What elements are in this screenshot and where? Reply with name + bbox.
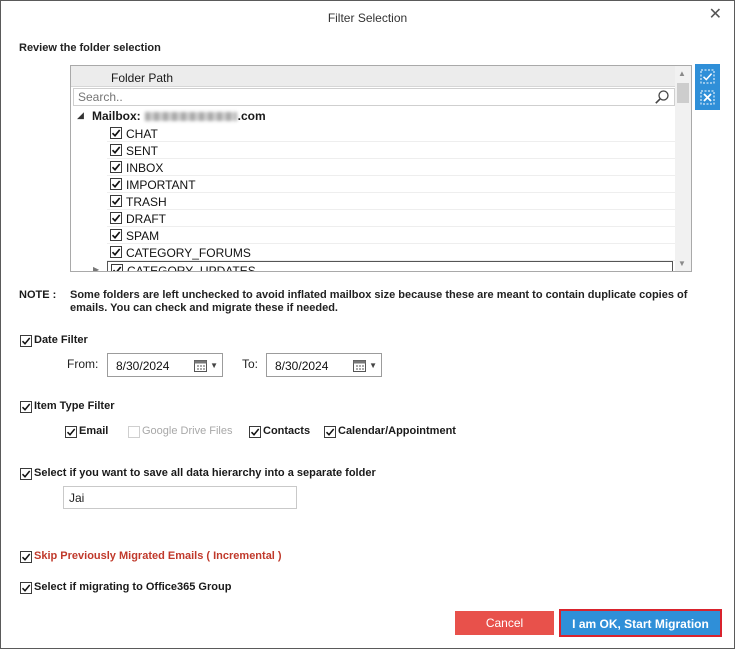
start-migration-button[interactable]: I am OK, Start Migration <box>559 609 722 637</box>
scroll-thumb[interactable] <box>677 83 689 103</box>
folder-row-spam[interactable]: SPAM <box>107 227 675 244</box>
calendar-icon[interactable] <box>194 359 207 372</box>
folder-label: TRASH <box>126 195 167 209</box>
filter-selection-dialog: Filter Selection ✕ Review the folder sel… <box>0 0 735 649</box>
date-filter-label: Date Filter <box>34 334 88 346</box>
tree-search-box <box>73 88 675 106</box>
folder-label: CATEGORY_FORUMS <box>126 246 251 260</box>
note-text: Some folders are left unchecked to avoid… <box>70 289 688 314</box>
folder-label: CATEGORY_UPDATES <box>127 264 256 272</box>
hierarchy-folder-field <box>63 486 297 509</box>
folder-label: SPAM <box>126 229 160 243</box>
incremental-checkbox[interactable] <box>20 551 32 563</box>
office365-group-checkbox[interactable] <box>20 582 32 594</box>
scroll-down-icon[interactable]: ▼ <box>678 259 686 268</box>
folder-checkbox[interactable] <box>111 264 123 271</box>
email-label: Email <box>79 425 109 437</box>
mailbox-label: Mailbox: .com <box>92 109 266 123</box>
masked-email <box>144 112 237 122</box>
to-date-value: 8/30/2024 <box>275 359 329 373</box>
folder-checkbox[interactable] <box>110 212 122 224</box>
folder-label: DRAFT <box>126 212 166 226</box>
email-checkbox[interactable] <box>65 426 77 438</box>
folder-checkbox[interactable] <box>110 161 122 173</box>
folder-path-header: Folder Path <box>111 71 174 85</box>
uncheck-all-icon[interactable] <box>699 89 716 106</box>
title-bar: Filter Selection ✕ <box>1 1 734 35</box>
expand-arrow-icon[interactable]: ▶ <box>93 265 99 271</box>
date-filter-checkbox[interactable] <box>20 335 32 347</box>
from-date-picker[interactable]: 8/30/2024 ▼ <box>107 353 223 377</box>
cancel-button[interactable]: Cancel <box>455 611 554 635</box>
folder-row-chat[interactable]: CHAT <box>107 125 675 142</box>
scroll-up-icon[interactable]: ▲ <box>678 69 686 78</box>
folder-checkbox[interactable] <box>110 195 122 207</box>
mailbox-root-node[interactable]: ◢ Mailbox: .com <box>71 108 675 125</box>
folder-label: INBOX <box>126 161 164 175</box>
folder-search-input[interactable] <box>74 89 644 105</box>
hierarchy-folder-input[interactable] <box>64 487 292 508</box>
folder-row-draft[interactable]: DRAFT <box>107 210 675 227</box>
folder-row-sent[interactable]: SENT <box>107 142 675 159</box>
folder-checkbox[interactable] <box>110 144 122 156</box>
folder-row-category-forums[interactable]: CATEGORY_FORUMS <box>107 244 675 261</box>
calendar-checkbox[interactable] <box>324 426 336 438</box>
incremental-label: Skip Previously Migrated Emails ( Increm… <box>34 550 282 562</box>
contacts-checkbox[interactable] <box>249 426 261 438</box>
dropdown-arrow-icon[interactable]: ▼ <box>210 361 218 370</box>
folder-label: SENT <box>126 144 159 158</box>
tree-scrollbar[interactable]: ▲ ▼ <box>675 66 691 271</box>
calendar-icon[interactable] <box>353 359 366 372</box>
folder-checkbox[interactable] <box>110 229 122 241</box>
folder-row-important[interactable]: IMPORTANT <box>107 176 675 193</box>
mailbox-prefix: Mailbox: <box>92 109 141 123</box>
dropdown-arrow-icon[interactable]: ▼ <box>369 361 377 370</box>
note-label: NOTE : <box>19 289 57 301</box>
collapse-arrow-icon[interactable]: ◢ <box>77 110 84 121</box>
google-drive-checkbox[interactable] <box>128 426 140 438</box>
from-date-value: 8/30/2024 <box>116 359 170 373</box>
folder-tree: Folder Path ◢ Mailbox: .com CHAT SENT <box>70 65 692 272</box>
folder-row-trash[interactable]: TRASH <box>107 193 675 210</box>
calendar-label: Calendar/Appointment <box>338 425 456 437</box>
folder-row-inbox[interactable]: INBOX <box>107 159 675 176</box>
folder-label: IMPORTANT <box>126 178 196 192</box>
folder-checkbox[interactable] <box>110 178 122 190</box>
item-type-filter-label: Item Type Filter <box>34 400 115 412</box>
mailbox-suffix: .com <box>237 109 266 123</box>
hierarchy-label: Select if you want to save all data hier… <box>34 467 376 479</box>
close-icon[interactable]: ✕ <box>709 4 722 24</box>
folder-checkbox[interactable] <box>110 246 122 258</box>
tree-column-header[interactable]: Folder Path <box>71 66 675 87</box>
to-date-picker[interactable]: 8/30/2024 ▼ <box>266 353 382 377</box>
search-icon[interactable] <box>654 89 670 105</box>
check-all-icon[interactable] <box>699 68 716 85</box>
to-label: To: <box>242 357 259 371</box>
dialog-title: Filter Selection <box>327 11 408 25</box>
contacts-label: Contacts <box>263 425 311 437</box>
tree-rows: ◢ Mailbox: .com CHAT SENT INBOX IMPORTANT <box>71 108 675 272</box>
folder-label: CHAT <box>126 127 158 141</box>
folder-row-category-updates[interactable]: ▶ CATEGORY_UPDATES <box>93 261 673 272</box>
folder-checkbox[interactable] <box>110 127 122 139</box>
item-type-filter-checkbox[interactable] <box>20 401 32 413</box>
from-label: From: <box>67 357 99 371</box>
office365-group-label: Select if migrating to Office365 Group <box>34 581 232 593</box>
folder-section-heading: Review the folder selection <box>19 42 161 54</box>
google-drive-label: Google Drive Files <box>142 425 233 437</box>
selection-tools <box>695 64 720 110</box>
hierarchy-checkbox[interactable] <box>20 468 32 480</box>
